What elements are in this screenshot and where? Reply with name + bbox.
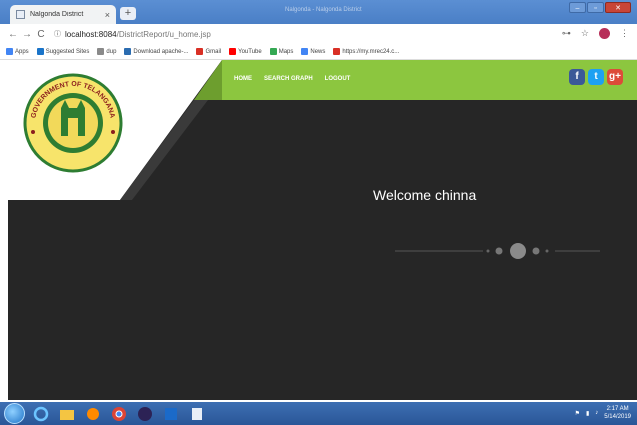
bookmark-gmail[interactable]: Gmail <box>196 48 221 55</box>
bookmark-label: Maps <box>278 48 294 55</box>
maximize-button[interactable]: ▫ <box>587 2 604 13</box>
flag-icon[interactable]: ⚑ <box>575 410 580 417</box>
bookmark-download-apache[interactable]: Download apache-... <box>124 48 188 55</box>
bookmark-dup[interactable]: dup <box>97 48 116 55</box>
bookmark-label: https://my.mrec24.c... <box>342 48 400 55</box>
main-navigation: HOME SEARCH GRAPH LOGOUT <box>234 76 350 82</box>
menu-icon[interactable]: ⋮ <box>620 28 629 39</box>
social-links: f t g+ <box>569 69 623 85</box>
notepad-icon[interactable] <box>186 403 207 424</box>
forward-button[interactable]: → <box>20 29 34 40</box>
clock[interactable]: 2:17 AM 5/14/2019 <box>604 405 631 421</box>
url-path: /DistrictReport/u_home.jsp <box>116 29 211 39</box>
bookmark-label: News <box>310 48 326 55</box>
page-icon <box>97 48 105 55</box>
nav-search-graph[interactable]: SEARCH GRAPH <box>264 76 313 82</box>
decorative-divider <box>395 243 600 259</box>
clock-time: 2:17 AM <box>606 406 629 412</box>
page-favicon-icon <box>16 10 25 19</box>
download-icon <box>124 48 132 55</box>
media-player-icon[interactable] <box>82 403 103 424</box>
profile-avatar[interactable] <box>599 28 610 39</box>
volume-icon[interactable]: ♪ <box>595 410 598 416</box>
bookmark-label: Download apache-... <box>133 48 189 55</box>
key-icon[interactable]: ⊶ <box>562 28 571 39</box>
tab-title: Nalgonda District <box>30 11 84 18</box>
chrome-icon[interactable] <box>108 403 129 424</box>
nav-home[interactable]: HOME <box>234 76 252 82</box>
bookmark-label: Suggested Sites <box>45 48 90 55</box>
eclipse-icon[interactable] <box>134 403 155 424</box>
folder-icon[interactable] <box>56 403 77 424</box>
nav-logout[interactable]: LOGOUT <box>325 76 351 82</box>
bookmark-maps[interactable]: Maps <box>269 48 294 55</box>
youtube-icon <box>229 48 237 55</box>
minimize-button[interactable]: – <box>569 2 586 13</box>
bookmark-youtube[interactable]: YouTube <box>229 48 262 55</box>
bookmark-label: Apps <box>15 48 29 55</box>
taskbar: ⚑ ▮ ♪ 2:17 AM 5/14/2019 <box>0 402 637 425</box>
bookmark-icon <box>36 48 44 55</box>
ie-icon[interactable] <box>30 403 51 424</box>
window-controls: – ▫ ✕ <box>569 2 631 13</box>
page-content: GOVERNMENT OF TELANGANA HOME SEARCH GRAP… <box>8 60 637 400</box>
close-window-button[interactable]: ✕ <box>605 2 631 13</box>
maps-icon <box>269 48 277 55</box>
bookmark-label: Gmail <box>205 48 222 55</box>
bookmark-apps[interactable]: Apps <box>6 48 29 55</box>
bookmark-news[interactable]: News <box>301 48 325 55</box>
site-info-icon[interactable]: ⓘ <box>54 29 61 39</box>
star-icon[interactable]: ☆ <box>581 28 589 39</box>
gmail-icon <box>196 48 204 55</box>
bookmark-suggested-sites[interactable]: Suggested Sites <box>36 48 90 55</box>
browser-titlebar: Nalgonda District × + Nalgonda - Nalgond… <box>0 0 637 24</box>
address-bar-actions: ⊶ ☆ ⋮ <box>562 28 629 39</box>
bookmarks-bar: Apps Suggested Sites dup Download apache… <box>0 44 637 60</box>
tab-close-icon[interactable]: × <box>105 10 110 20</box>
reload-button[interactable]: C <box>34 29 48 40</box>
address-bar: ← → C ⓘ localhost:8084 /DistrictReport/u… <box>0 24 637 44</box>
bookmark-label: YouTube <box>238 48 262 55</box>
welcome-message: Welcome chinna <box>373 187 477 203</box>
tab-nalgonda-district[interactable]: Nalgonda District × <box>10 5 116 24</box>
start-button[interactable] <box>4 403 25 424</box>
bookmark-label: dup <box>106 48 117 55</box>
url-host: localhost:8084 <box>65 29 117 39</box>
taskbar-apps <box>4 403 207 424</box>
facebook-icon[interactable]: f <box>569 69 585 85</box>
new-tab-button[interactable]: + <box>120 7 136 20</box>
back-button[interactable]: ← <box>6 29 20 40</box>
system-tray: ⚑ ▮ ♪ 2:17 AM 5/14/2019 <box>575 405 631 421</box>
window-title: Nalgonda - Nalgonda District <box>285 7 362 13</box>
google-plus-icon[interactable]: g+ <box>607 69 623 85</box>
network-icon[interactable]: ▮ <box>586 410 589 417</box>
news-icon <box>301 48 309 55</box>
twitter-icon[interactable]: t <box>588 69 604 85</box>
netbeans-icon[interactable] <box>160 403 181 424</box>
telangana-emblem: GOVERNMENT OF TELANGANA <box>23 73 123 173</box>
apps-icon <box>6 48 13 55</box>
gmail-icon <box>333 48 341 55</box>
bookmark-mrec[interactable]: https://my.mrec24.c... <box>333 48 399 55</box>
clock-date: 5/14/2019 <box>604 414 631 420</box>
url-field[interactable]: ⓘ localhost:8084 /DistrictReport/u_home.… <box>54 29 211 39</box>
